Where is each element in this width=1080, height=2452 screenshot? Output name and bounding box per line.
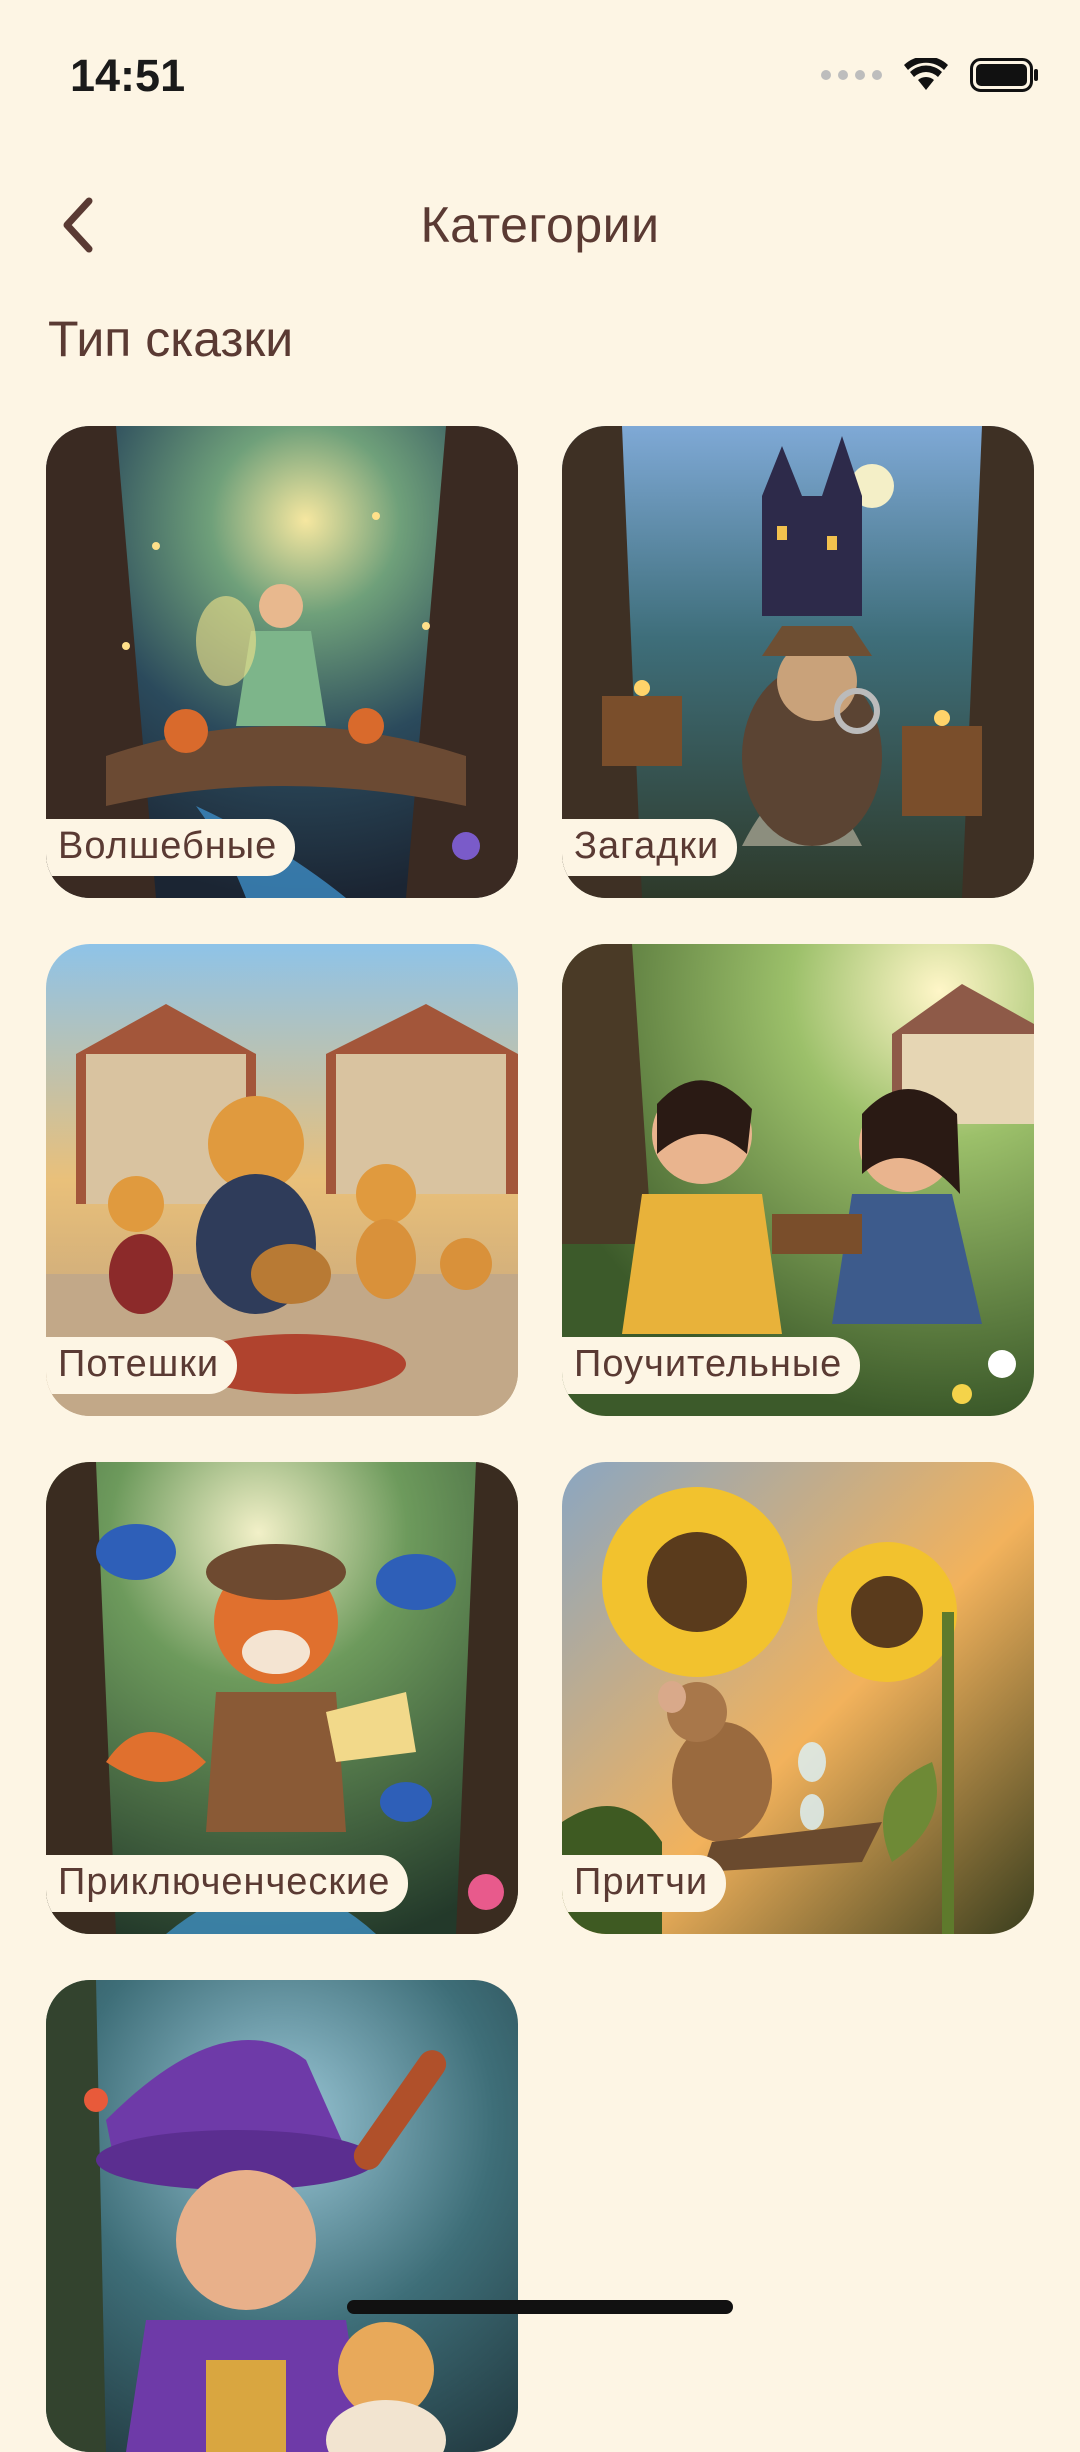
wifi-icon bbox=[904, 58, 948, 90]
home-indicator[interactable] bbox=[347, 2300, 733, 2314]
category-label: Поучительные bbox=[562, 1337, 861, 1394]
category-card-wizard[interactable] bbox=[46, 1980, 518, 2452]
category-label: Потешки bbox=[46, 1337, 238, 1394]
section-title: Тип сказки bbox=[48, 311, 294, 367]
category-card-adventure[interactable]: Приключенческие bbox=[46, 1462, 518, 1934]
category-card-nursery-rhymes[interactable]: Потешки bbox=[46, 944, 518, 1416]
category-label: Загадки bbox=[562, 819, 738, 876]
header: Категории bbox=[0, 180, 1080, 270]
wizard-boy-cat-image bbox=[46, 1980, 518, 2452]
page-title: Категории bbox=[420, 197, 660, 253]
category-card-parables[interactable]: Притчи bbox=[562, 1462, 1034, 1934]
category-card-instructive[interactable]: Поучительные bbox=[562, 944, 1034, 1416]
category-card-riddles[interactable]: Загадки bbox=[562, 426, 1034, 898]
category-label: Волшебные bbox=[46, 819, 296, 876]
battery-icon bbox=[970, 58, 1038, 92]
category-label: Притчи bbox=[562, 1855, 727, 1912]
category-grid: Волшебные Загадки Потешки Поучительные П… bbox=[46, 426, 1034, 2452]
status-icons bbox=[821, 58, 1040, 92]
category-card-magic[interactable]: Волшебные bbox=[46, 426, 518, 898]
status-bar: 14:51 bbox=[0, 0, 1080, 150]
category-label: Приключенческие bbox=[46, 1855, 409, 1912]
cellular-signal-icon bbox=[821, 70, 882, 80]
status-time: 14:51 bbox=[70, 50, 186, 101]
